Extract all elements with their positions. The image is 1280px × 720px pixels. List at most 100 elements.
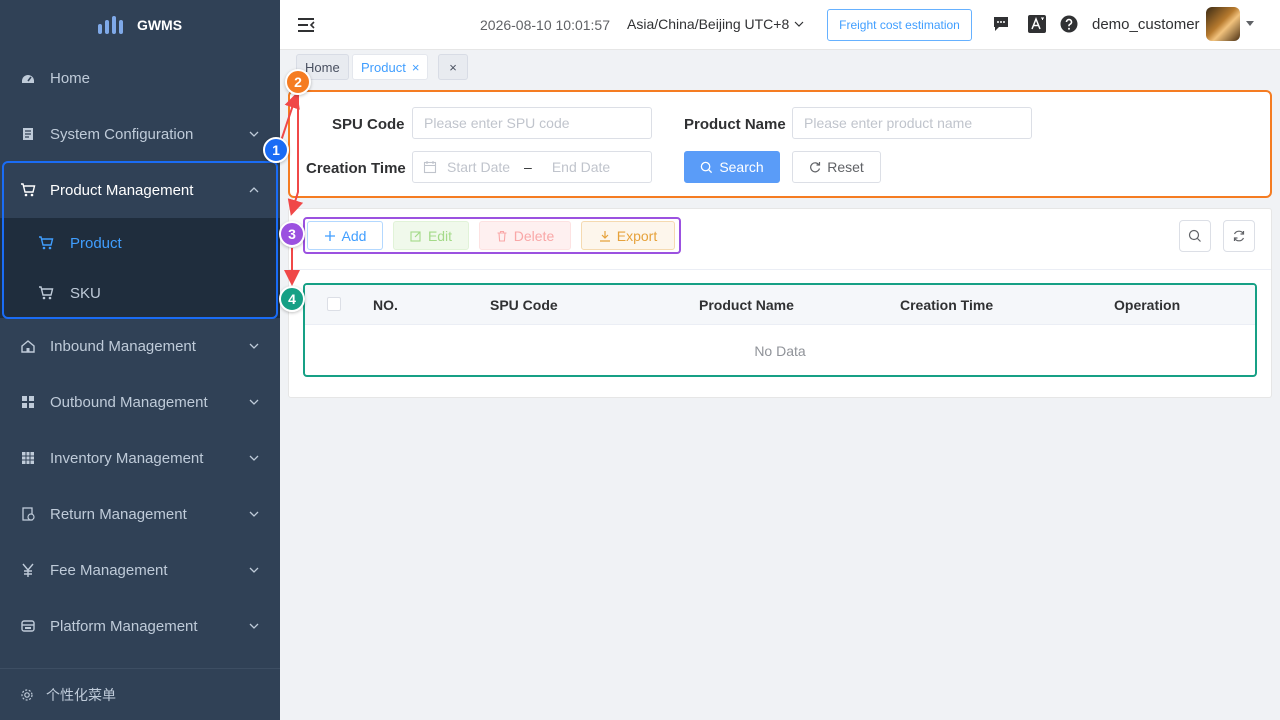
chevron-down-icon — [249, 131, 259, 137]
return-icon — [20, 506, 36, 522]
annotation-badge-4: 4 — [279, 286, 305, 312]
sidebar-item-return-management[interactable]: Return Management — [0, 486, 280, 542]
sidebar-item-outbound-management[interactable]: Outbound Management — [0, 374, 280, 430]
freight-cost-estimation-button[interactable]: Freight cost estimation — [827, 9, 972, 41]
chevron-down-icon — [249, 511, 259, 517]
export-button-label: Export — [616, 227, 658, 244]
hamburger-icon[interactable] — [296, 15, 316, 35]
empty-state-text: No Data — [754, 343, 806, 359]
search-button-label: Search — [719, 159, 764, 175]
close-icon: × — [449, 59, 457, 75]
sidebar-item-home[interactable]: Home — [0, 50, 280, 106]
refresh-table-button[interactable] — [1223, 220, 1255, 252]
sidebar-item-platform-management[interactable]: Platform Management — [0, 598, 280, 654]
chevron-down-icon — [249, 399, 259, 405]
language-icon[interactable] — [1028, 15, 1046, 33]
sidebar-item-label: Inbound Management — [50, 337, 196, 355]
edit-button-label: Edit — [427, 227, 453, 244]
end-date-input[interactable]: End Date — [552, 159, 610, 175]
yen-icon — [20, 562, 36, 578]
search-form: SPU Code Please enter SPU code Product N… — [288, 90, 1272, 198]
chevron-down-icon — [249, 567, 259, 573]
caret-down-icon[interactable] — [1246, 21, 1254, 26]
tag-label: Product — [361, 59, 406, 75]
annotation-badge-2: 2 — [285, 69, 311, 95]
search-button[interactable]: Search — [684, 151, 780, 183]
sidebar-item-label: System Configuration — [50, 125, 194, 143]
document-icon — [20, 126, 36, 142]
reset-button-label: Reset — [827, 159, 864, 175]
sidebar-item-label: Inventory Management — [50, 449, 204, 467]
table-header: NO. SPU Code Product Name Creation Time … — [305, 285, 1255, 325]
search-icon — [1188, 229, 1201, 242]
toggle-search-button[interactable] — [1179, 220, 1211, 252]
delete-button[interactable]: Delete — [479, 221, 571, 250]
export-button[interactable]: Export — [581, 221, 675, 250]
edit-button[interactable]: Edit — [393, 221, 469, 250]
edit-icon — [410, 230, 421, 242]
reset-button[interactable]: Reset — [792, 151, 881, 183]
app-logo[interactable]: GWMS — [0, 0, 280, 50]
product-name-input[interactable]: Please enter product name — [792, 107, 1032, 139]
grid-icon — [20, 394, 36, 410]
sidebar-item-label: Fee Management — [50, 561, 168, 579]
column-header-operation: Operation — [1114, 297, 1181, 313]
download-icon — [599, 230, 610, 242]
avatar[interactable] — [1206, 7, 1240, 41]
message-icon[interactable] — [992, 15, 1010, 33]
range-separator: – — [524, 159, 532, 175]
product-table: NO. SPU Code Product Name Creation Time … — [303, 283, 1257, 377]
sidebar: GWMS Home System Configuration Product M… — [0, 0, 280, 720]
column-header-product-name: Product Name — [699, 297, 794, 313]
column-header-creation-time: Creation Time — [900, 297, 994, 313]
sidebar-item-label: Return Management — [50, 505, 187, 523]
product-table-card: Add Edit Delete Export NO. SPU Code Prod… — [288, 208, 1272, 398]
spu-code-label: SPU Code — [332, 116, 405, 133]
gear-icon — [21, 688, 33, 701]
trash-icon — [497, 230, 507, 242]
refresh-icon — [1233, 230, 1245, 242]
add-button[interactable]: Add — [307, 221, 383, 250]
column-header-no: NO. — [373, 297, 398, 313]
dashboard-icon — [20, 70, 36, 86]
select-all-checkbox[interactable] — [327, 297, 341, 311]
plus-icon — [324, 230, 335, 241]
refresh-icon — [810, 162, 821, 173]
tag-product[interactable]: Product × — [352, 54, 429, 80]
creation-time-range[interactable]: Start Date – End Date — [412, 151, 652, 183]
sidebar-item-label: Home — [50, 69, 91, 87]
home-icon — [20, 338, 36, 354]
search-icon — [701, 161, 713, 173]
user-name[interactable]: demo_customer — [1092, 16, 1200, 33]
close-icon[interactable]: × — [412, 60, 420, 75]
chevron-down-icon — [794, 21, 804, 27]
sidebar-item-label: Platform Management — [50, 617, 198, 635]
sidebar-item-inbound-management[interactable]: Inbound Management — [0, 318, 280, 374]
toolbar-divider — [289, 269, 1271, 270]
logo-icon — [97, 16, 123, 34]
add-button-label: Add — [341, 227, 367, 244]
table-icon — [20, 450, 36, 466]
timezone-select[interactable]: Asia/China/Beijing UTC+8 — [627, 16, 805, 32]
calendar-icon — [423, 161, 437, 174]
start-date-input[interactable]: Start Date — [447, 159, 510, 175]
spu-code-input[interactable]: Please enter SPU code — [412, 107, 652, 139]
chevron-down-icon — [249, 455, 259, 461]
sidebar-item-label: Outbound Management — [50, 393, 208, 411]
close-all-tags-button[interactable]: × — [438, 54, 468, 80]
sidebar-item-fee-management[interactable]: Fee Management — [0, 542, 280, 598]
column-header-spu-code: SPU Code — [490, 297, 558, 313]
sidebar-item-system-configuration[interactable]: System Configuration — [0, 106, 280, 162]
app-name: GWMS — [136, 17, 183, 33]
sidebar-item-inventory-management[interactable]: Inventory Management — [0, 430, 280, 486]
top-header: 2026-08-10 10:01:57 Asia/China/Beijing U… — [280, 0, 1280, 50]
delete-button-label: Delete — [513, 227, 555, 244]
platform-icon — [20, 618, 36, 634]
sidebar-footer-label: 个性化菜单 — [46, 686, 116, 703]
current-datetime: 2026-08-10 10:01:57 — [480, 17, 610, 33]
annotation-box-1 — [2, 161, 278, 319]
timezone-value: Asia/China/Beijing UTC+8 — [627, 16, 790, 32]
product-name-label: Product Name — [684, 116, 786, 133]
help-icon[interactable] — [1060, 15, 1078, 33]
sidebar-personalize-menu[interactable]: 个性化菜单 — [0, 668, 280, 720]
